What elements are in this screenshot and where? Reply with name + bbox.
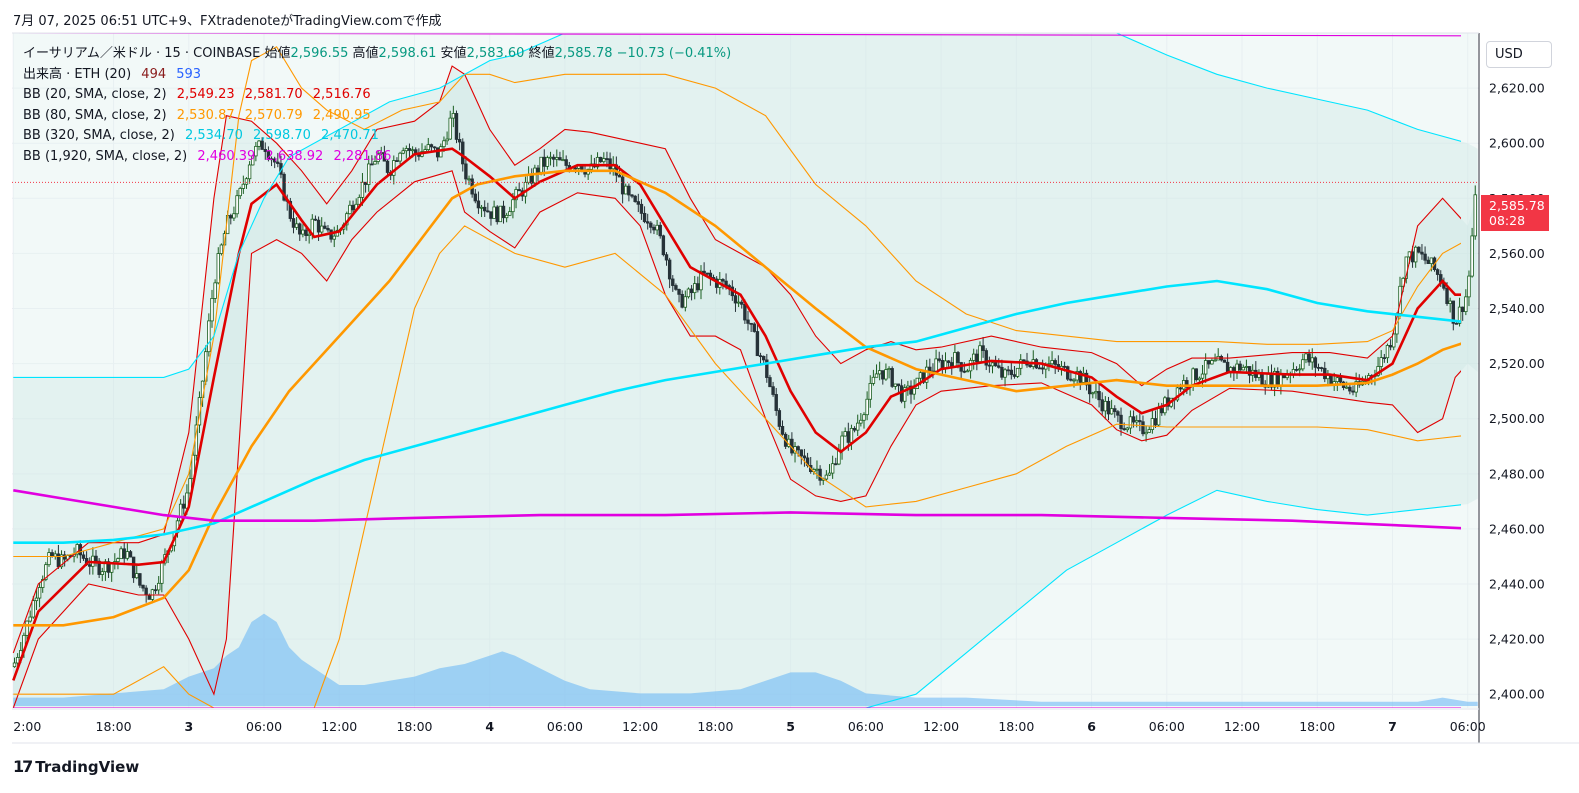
x-tick-label: 18:00 — [396, 719, 432, 734]
legend-volume[interactable]: 出来高 · ETH (20) 494 593 — [23, 65, 731, 86]
candle — [1222, 359, 1227, 363]
y-tick-label: 2,600.00 — [1489, 136, 1545, 151]
y-tick-label: 2,460.00 — [1489, 521, 1545, 536]
x-tick-label: 7 — [1388, 719, 1397, 734]
x-tick-label: 12:00 — [923, 719, 959, 734]
candle — [219, 243, 224, 256]
legend-bb320[interactable]: BB (320, SMA, close, 2) 2,534.70 2,598.7… — [23, 126, 731, 147]
tradingview-logo[interactable]: 17 TradingView — [13, 757, 139, 776]
last-price-value: 2,585.78 — [1489, 198, 1545, 213]
x-tick-label: 06:00 — [1450, 719, 1486, 734]
x-tick-label: 18:00 — [998, 719, 1034, 734]
tradingview-logo-icon: 17 — [13, 757, 33, 776]
x-tick-label: 06:00 — [246, 719, 282, 734]
x-tick-label: 3 — [184, 719, 193, 734]
candle — [661, 234, 666, 257]
legend-bb20[interactable]: BB (20, SMA, close, 2) 2,549.23 2,581.70… — [23, 85, 731, 106]
candle — [752, 322, 756, 333]
x-tick-label: 18:00 — [96, 719, 132, 734]
candle — [1015, 367, 1020, 379]
candle — [633, 194, 637, 203]
x-tick-label: 06:00 — [848, 719, 884, 734]
candle — [686, 287, 691, 299]
y-tick-label: 2,520.00 — [1489, 356, 1545, 371]
indicator-legend: イーサリアム／米ドル · 15 · COINBASE 始値2,596.55 高値… — [23, 44, 731, 168]
x-tick-label: 12:00 — [622, 719, 658, 734]
legend-bb80[interactable]: BB (80, SMA, close, 2) 2,530.87 2,570.79… — [23, 106, 731, 127]
candle — [498, 205, 503, 223]
y-tick-label: 2,560.00 — [1489, 246, 1545, 261]
x-axis: 2:00 18:00 3 06:00 12:00 18:00 4 06:00 12:00 18:0… — [13, 719, 1486, 734]
y-tick-label: 2,500.00 — [1489, 411, 1545, 426]
x-tick-label: 18:00 — [697, 719, 733, 734]
x-tick-label: 18:00 — [1299, 719, 1335, 734]
y-tick-label: 2,540.00 — [1489, 301, 1545, 316]
candle — [495, 205, 499, 225]
y-tick-label: 2,420.00 — [1489, 632, 1545, 647]
x-tick-label: 4 — [485, 719, 494, 734]
x-tick-label: 06:00 — [1149, 719, 1185, 734]
y-tick-label: 2,480.00 — [1489, 466, 1545, 481]
bar-countdown: 08:28 — [1489, 213, 1526, 228]
x-tick-label: 12:00 — [321, 719, 357, 734]
legend-main[interactable]: イーサリアム／米ドル · 15 · COINBASE 始値2,596.55 高値… — [23, 44, 731, 65]
candle — [777, 408, 782, 430]
x-tick-label: 5 — [786, 719, 795, 734]
currency-selector[interactable]: USD — [1486, 41, 1552, 68]
y-tick-label: 2,400.00 — [1489, 687, 1545, 702]
candle — [890, 366, 894, 388]
last-price-tag: 2,585.78 08:28 — [1481, 195, 1549, 231]
x-tick-label: 12:00 — [1224, 719, 1260, 734]
currency-label: USD — [1495, 47, 1523, 62]
legend-bb1920[interactable]: BB (1,920, SMA, close, 2) 2,460.39 2,638… — [23, 147, 731, 168]
y-tick-label: 2,620.00 — [1489, 81, 1545, 96]
x-tick-label: 6 — [1087, 719, 1096, 734]
candle — [1194, 368, 1198, 382]
candle — [1417, 246, 1421, 254]
x-tick-label: 2:00 — [13, 719, 41, 734]
candle — [1066, 365, 1070, 381]
x-tick-label: 06:00 — [547, 719, 583, 734]
y-axis: 2,400.00 2,420.00 2,440.00 2,460.00 2,480.00… — [1489, 81, 1545, 702]
y-tick-label: 2,440.00 — [1489, 577, 1545, 592]
